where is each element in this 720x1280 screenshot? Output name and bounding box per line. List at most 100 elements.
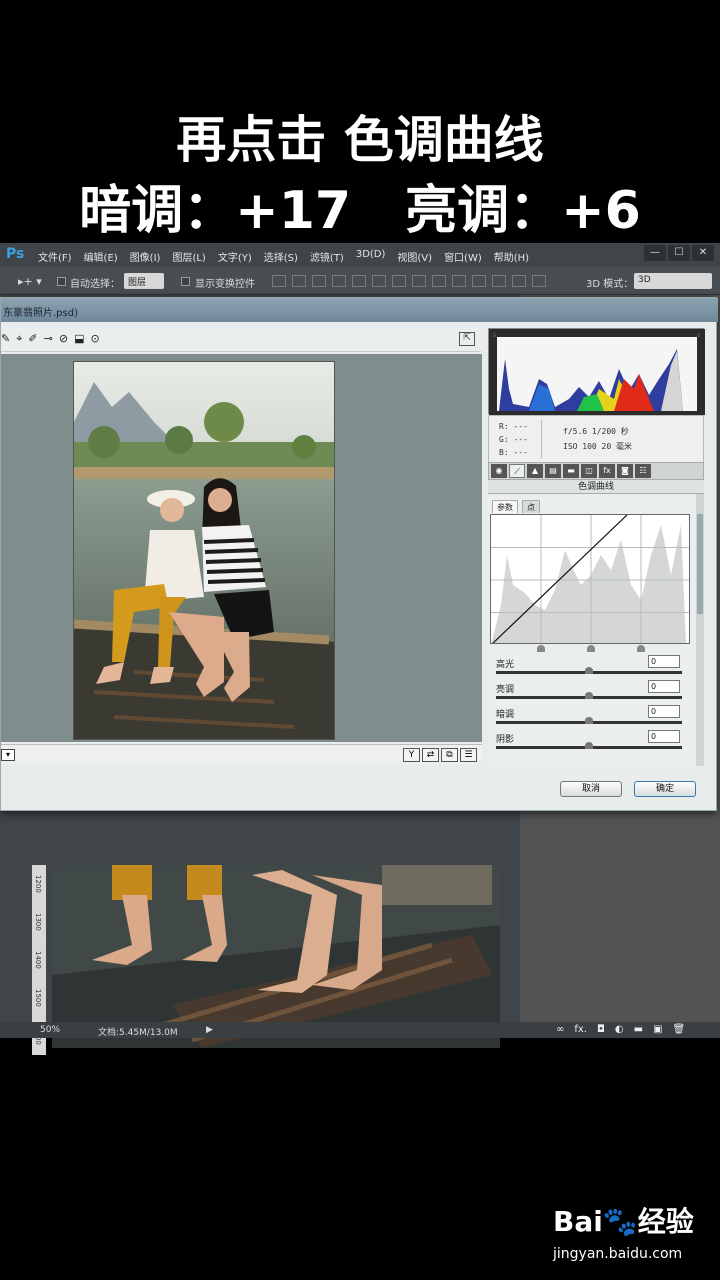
- caption-line-2: 暗调：+17 亮调：+6: [0, 168, 720, 243]
- tab-point[interactable]: 点: [522, 500, 540, 513]
- tab-lens-icon[interactable]: ◫: [581, 464, 597, 478]
- align-icon[interactable]: [292, 275, 306, 287]
- menu-item[interactable]: 视图(V): [397, 249, 432, 264]
- slider-value-input[interactable]: 0: [648, 705, 680, 718]
- tab-camera-icon[interactable]: ◙: [617, 464, 633, 478]
- tab-detail-icon[interactable]: ▲: [527, 464, 543, 478]
- align-icon[interactable]: [352, 275, 366, 287]
- menu-item[interactable]: 文件(F): [38, 249, 72, 264]
- link-layers-icon[interactable]: ∞: [556, 1024, 564, 1035]
- slider-thumb[interactable]: [585, 692, 593, 699]
- graduated-filter-icon[interactable]: ⬓: [74, 332, 84, 346]
- b-value: B: ---: [499, 448, 528, 457]
- target-adjust-icon[interactable]: ⌖: [16, 332, 22, 346]
- tab-basic-icon[interactable]: ◉: [491, 464, 507, 478]
- histogram: [488, 328, 705, 415]
- layer-mask-icon[interactable]: ◘: [597, 1024, 605, 1035]
- menu-item[interactable]: 文字(Y): [218, 249, 252, 264]
- slider-thumb[interactable]: [585, 742, 593, 749]
- align-icon[interactable]: [272, 275, 286, 287]
- align-icon[interactable]: [512, 275, 526, 287]
- align-icon[interactable]: [472, 275, 486, 287]
- mode-3d-dropdown[interactable]: 3D: [634, 273, 712, 289]
- crop-tool-icon[interactable]: ✐: [28, 332, 37, 346]
- slider-label: 阴影: [496, 735, 515, 745]
- menu-item[interactable]: 3D(D): [356, 249, 386, 264]
- exposure-info: f/5.6 1/200 秒: [563, 427, 629, 436]
- align-icon[interactable]: [312, 275, 326, 287]
- screen: 再点击 色调曲线 暗调：+17 亮调：+6 Ps 文件(F) 编辑(E) 图像(I) 图…: [0, 0, 720, 1280]
- caption-line-1: 再点击 色调曲线: [176, 111, 544, 169]
- compare-swap-icon[interactable]: ⇄: [422, 748, 439, 762]
- minimize-button[interactable]: —: [644, 245, 666, 261]
- status-menu-arrow-icon[interactable]: ▶: [206, 1025, 213, 1035]
- color-sampler-icon[interactable]: ✎: [1, 332, 10, 346]
- split-point-shadows[interactable]: [537, 645, 545, 652]
- maximize-button[interactable]: ☐: [668, 245, 690, 261]
- red-eye-icon[interactable]: ⊸: [44, 332, 53, 346]
- delete-layer-icon[interactable]: 🗑: [673, 1024, 686, 1035]
- tab-presets-icon[interactable]: ☷: [635, 464, 651, 478]
- align-icon[interactable]: [372, 275, 386, 287]
- adjustment-layer-icon[interactable]: ◐: [615, 1024, 624, 1035]
- watermark: Bai🐾经验 jingyan.baidu.com: [553, 1200, 694, 1262]
- brush-icon[interactable]: ⊘: [59, 332, 68, 346]
- menu-item[interactable]: 图像(I): [130, 249, 161, 264]
- radial-filter-icon[interactable]: ⊙: [90, 332, 99, 346]
- panel-title: 色调曲线: [488, 480, 704, 494]
- watermark-logo: Bai🐾经验: [553, 1205, 694, 1238]
- camera-info: f/5.6 1/200 秒 ISO 100 20 毫米: [563, 424, 632, 454]
- slider-row: 亮调 0: [494, 679, 690, 704]
- compare-settings-icon[interactable]: ☰: [460, 748, 477, 762]
- new-layer-icon[interactable]: ▣: [653, 1024, 662, 1035]
- align-icon[interactable]: [452, 275, 466, 287]
- show-transform-checkbox[interactable]: [181, 277, 190, 286]
- tab-fx-icon[interactable]: fx: [599, 464, 615, 478]
- move-tool-icon[interactable]: ▸+ ▾: [18, 275, 42, 288]
- slider-value-input[interactable]: 0: [648, 730, 680, 743]
- slider-thumb[interactable]: [585, 717, 593, 724]
- tab-parametric[interactable]: 参数: [492, 500, 518, 513]
- align-icon[interactable]: [492, 275, 506, 287]
- camera-raw-dialog: 东豪翡照片.psd) ✎ ⌖ ✐ ⊸ ⊘ ⬓ ⊙ ⇱ ▾ Y ⇄ ⧉ ☰ R: …: [0, 297, 718, 811]
- close-button[interactable]: ✕: [692, 245, 714, 261]
- align-icon[interactable]: [392, 275, 406, 287]
- align-icon[interactable]: [332, 275, 346, 287]
- ruler-tick: 1300: [34, 913, 42, 931]
- new-group-icon[interactable]: ▬: [634, 1024, 643, 1035]
- tab-split-toning-icon[interactable]: ▬: [563, 464, 579, 478]
- tone-curve-graph[interactable]: [490, 514, 690, 644]
- slider-value-input[interactable]: 0: [648, 680, 680, 693]
- auto-select-dropdown[interactable]: 图层: [124, 273, 164, 289]
- menu-item[interactable]: 滤镜(T): [310, 249, 344, 264]
- dialog-title: 东豪翡照片.psd): [3, 308, 78, 319]
- align-icon[interactable]: [532, 275, 546, 287]
- menu-bar: Ps 文件(F) 编辑(E) 图像(I) 图层(L) 文字(Y) 选择(S) 滤镜(T) 3D…: [0, 243, 720, 267]
- menu-item[interactable]: 窗口(W): [444, 249, 482, 264]
- zoom-level[interactable]: 50%: [40, 1025, 60, 1035]
- split-point-highlights[interactable]: [637, 645, 645, 652]
- align-icon[interactable]: [432, 275, 446, 287]
- menu-item[interactable]: 编辑(E): [84, 249, 118, 264]
- menu-item[interactable]: 图层(L): [172, 249, 205, 264]
- tab-tone-curve-icon[interactable]: ⟋: [509, 464, 525, 478]
- layer-style-icon[interactable]: fx.: [574, 1024, 587, 1035]
- g-value: G: ---: [499, 435, 528, 444]
- split-point-midtones[interactable]: [587, 645, 595, 652]
- tab-hsl-icon[interactable]: ▤: [545, 464, 561, 478]
- fullscreen-icon[interactable]: ⇱: [459, 332, 475, 346]
- menu-item[interactable]: 帮助(H): [494, 249, 529, 264]
- auto-select-checkbox[interactable]: [57, 277, 66, 286]
- align-icon[interactable]: [412, 275, 426, 287]
- compare-y-icon[interactable]: Y: [403, 748, 420, 762]
- slider-label: 暗调: [496, 710, 515, 720]
- cancel-button[interactable]: 取消: [560, 781, 622, 797]
- slider-value-input[interactable]: 0: [648, 655, 680, 668]
- compare-copy-icon[interactable]: ⧉: [441, 748, 458, 762]
- slider-thumb[interactable]: [585, 667, 593, 674]
- panel-scrollbar[interactable]: [696, 494, 704, 766]
- adjustment-tabs: ◉ ⟋ ▲ ▤ ▬ ◫ fx ◙ ☷: [488, 462, 704, 480]
- menu-item[interactable]: 选择(S): [264, 249, 298, 264]
- ok-button[interactable]: 确定: [634, 781, 696, 797]
- zoom-dropdown[interactable]: ▾: [1, 749, 15, 761]
